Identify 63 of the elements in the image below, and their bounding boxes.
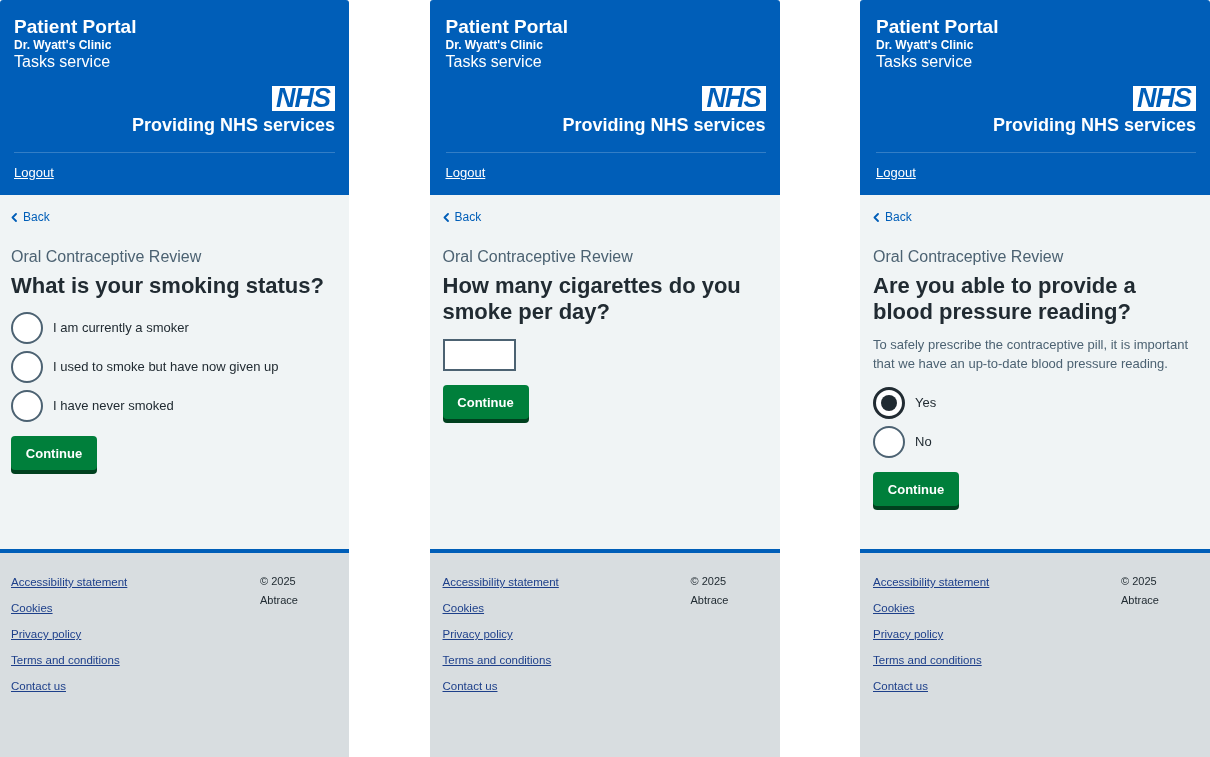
option-label: I have never smoked <box>53 398 174 414</box>
nhs-logo: NHS <box>702 86 766 111</box>
tagline-text: Providing NHS services <box>131 114 335 136</box>
logout-link[interactable]: Logout <box>876 165 916 181</box>
footer-link[interactable]: Privacy policy <box>442 627 513 641</box>
option-label: No <box>915 434 932 450</box>
footer-link[interactable]: Accessibility statement <box>11 575 128 589</box>
tagline-text: Providing NHS services <box>992 114 1196 136</box>
radio-button[interactable] <box>873 426 905 458</box>
radio-button[interactable] <box>11 390 43 422</box>
question-heading: How many cigarettes do you smoke per day? <box>442 273 742 325</box>
radio-button[interactable] <box>11 351 43 383</box>
chevron-left-icon <box>11 212 17 222</box>
footer-link[interactable]: Contact us <box>873 679 928 693</box>
radio-button[interactable] <box>11 312 43 344</box>
question-heading: What is your smoking status? <box>11 273 324 299</box>
company-name: Abtrace <box>1121 593 1159 608</box>
form-caption: Oral Contraceptive Review <box>11 247 202 267</box>
footer-link[interactable]: Terms and conditions <box>442 653 552 667</box>
service-name: Tasks service <box>14 52 111 72</box>
company-name: Abtrace <box>260 593 298 608</box>
footer-link[interactable]: Terms and conditions <box>873 653 982 667</box>
option-label: I used to smoke but have now given up <box>53 359 279 375</box>
question-heading: Are you able to provide a blood pressure reading? <box>873 273 1137 325</box>
footer-link[interactable]: Cookies <box>873 601 915 615</box>
logout-link[interactable]: Logout <box>445 165 486 181</box>
option-label: I am currently a smoker <box>53 320 189 336</box>
service-name: Tasks service <box>445 52 542 72</box>
tagline-text: Providing NHS services <box>562 114 766 136</box>
logout-link[interactable]: Logout <box>14 165 54 181</box>
portal-title: Patient Portal <box>14 16 137 38</box>
footer-link[interactable]: Cookies <box>442 601 485 615</box>
portal-title: Patient Portal <box>445 16 568 38</box>
back-link[interactable]: Back <box>442 209 482 225</box>
footer-link[interactable]: Accessibility statement <box>873 575 990 589</box>
nhs-logo: NHS <box>1133 86 1196 111</box>
service-name: Tasks service <box>876 52 973 72</box>
clinic-name: Dr. Wyatt's Clinic <box>14 38 112 52</box>
footer-link[interactable]: Terms and conditions <box>11 653 120 667</box>
chevron-left-icon <box>442 212 449 222</box>
form-caption: Oral Contraceptive Review <box>873 247 1064 267</box>
option-label: Yes <box>915 395 937 411</box>
footer-link[interactable]: Privacy policy <box>873 627 944 641</box>
back-link[interactable]: Back <box>873 209 912 225</box>
form-caption: Oral Contraceptive Review <box>442 247 633 267</box>
footer-link[interactable]: Privacy policy <box>11 627 82 641</box>
copyright-text: © 2025 <box>1121 574 1157 589</box>
copyright-text: © 2025 <box>260 574 296 589</box>
copyright-text: © 2025 <box>690 574 727 589</box>
back-link[interactable]: Back <box>11 209 50 225</box>
hint-text: To safely prescribe the contraceptive pill, it is important that we have an up-to-date blood pressure reading. <box>873 336 1190 373</box>
chevron-left-icon <box>873 212 879 222</box>
footer-link[interactable]: Contact us <box>11 679 66 693</box>
radio-button[interactable] <box>873 387 905 419</box>
footer-link[interactable]: Contact us <box>442 679 498 693</box>
footer-link[interactable]: Accessibility statement <box>442 575 559 589</box>
company-name: Abtrace <box>690 593 729 608</box>
clinic-name: Dr. Wyatt's Clinic <box>445 38 543 52</box>
portal-title: Patient Portal <box>876 16 999 38</box>
footer-link[interactable]: Cookies <box>11 601 53 615</box>
number-input-field[interactable] <box>442 339 516 371</box>
nhs-logo: NHS <box>272 86 335 111</box>
clinic-name: Dr. Wyatt's Clinic <box>876 38 974 52</box>
